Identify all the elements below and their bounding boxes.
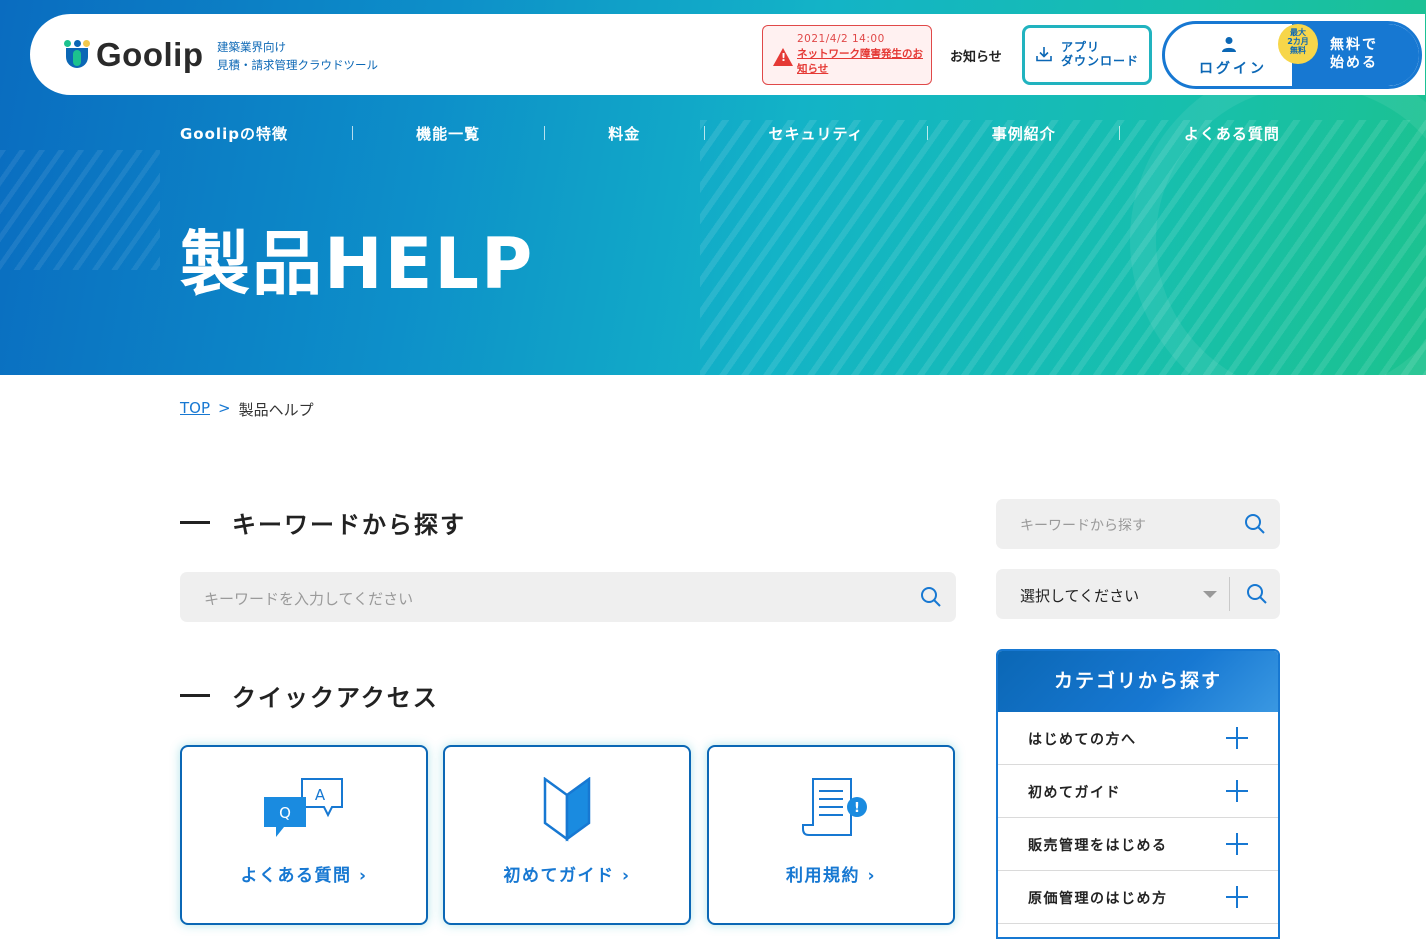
tagline-line2: 見積・請求管理クラウドツール [217,58,378,72]
category-item-label: 販売管理をはじめる [1028,838,1168,854]
site-logo[interactable]: Goolip [64,36,203,74]
hero-decoration-stripes-left [0,150,160,270]
app-download-label: アプリ ダウンロード [1061,40,1139,68]
app-download-line2: ダウンロード [1061,54,1140,68]
quick-access-heading: クイックアクセス [180,678,439,713]
category-panel-heading: カテゴリから探す [998,651,1278,712]
news-link[interactable]: お知らせ [950,46,1002,65]
hero-banner: Goolip 建築業界向け 見積・請求管理クラウドツール ! 2021/4/2 … [0,0,1426,375]
category-item-label: 初めてガイド [1028,785,1121,801]
quick-access-card-terms[interactable]: ! 利用規約 › [707,745,955,925]
terms-card-label: 利用規約 [786,866,861,886]
breadcrumb-current: 製品ヘルプ [238,401,314,419]
badge-line2: 2カ月 [1287,37,1309,46]
qa-bubbles-icon: A Q [264,778,343,837]
app-download-button[interactable]: アプリ ダウンロード [1022,25,1152,85]
nav-item-case-studies[interactable]: 事例紹介 [992,123,1056,144]
warning-icon: ! [773,48,793,66]
svg-text:A: A [315,786,326,804]
page-title: 製品HELP [180,223,535,305]
search-icon[interactable] [920,586,942,608]
category-item[interactable]: 原価管理のはじめ方 [998,871,1278,924]
alert-date: 2021/4/2 14:00 [797,33,885,45]
tagline-line1: 建築業界向け [217,40,286,54]
category-item[interactable]: 初めてガイド [998,765,1278,818]
plus-icon[interactable] [1226,780,1248,802]
keyword-search-input[interactable]: キーワードを入力してください [180,572,956,622]
site-header: Goolip 建築業界向け 見積・請求管理クラウドツール ! 2021/4/2 … [30,14,1425,95]
goolip-logo-icon [64,40,90,70]
keyword-section-heading: キーワードから探す [180,505,466,540]
nav-item-faq[interactable]: よくある質問 [1184,123,1280,144]
category-item[interactable]: 販売管理をはじめる [998,818,1278,871]
nav-item-pricing[interactable]: 料金 [608,123,640,144]
nav-divider [703,126,705,140]
chevron-down-icon [1203,591,1217,598]
category-item[interactable]: はじめての方へ [998,712,1278,765]
nav-item-security[interactable]: セキュリティ [768,123,863,144]
login-button[interactable]: ログイン [1165,24,1294,86]
app-download-line1: アプリ [1061,40,1101,54]
nav-item-functions[interactable]: 機能一覧 [416,123,480,144]
breadcrumb: TOP > 製品ヘルプ [180,399,314,420]
heading-dash [180,521,210,524]
select-divider [1229,577,1230,611]
category-select[interactable]: 選択してください [996,569,1280,619]
start-line1: 無料で [1330,37,1378,53]
site-tagline: 建築業界向け 見積・請求管理クラウドツール [217,38,378,74]
nav-divider [543,126,545,140]
outage-alert: ! 2021/4/2 14:00 ネットワーク障害発生のお知らせ [762,25,932,85]
search-icon[interactable] [1246,583,1268,605]
faq-card-label: よくある質問 [240,866,352,886]
hero-decoration-stripes [700,120,1426,375]
category-item-label: はじめての方へ [1028,732,1137,748]
breadcrumb-top-link[interactable]: TOP [180,399,210,420]
badge-line3: 無料 [1290,46,1306,55]
category-select-value: 選択してください [1020,587,1140,605]
login-label: ログイン [1199,61,1267,77]
terms-document-icon: ! [802,778,867,836]
user-icon [1222,37,1236,52]
free-start-label: 無料で 始める [1330,36,1378,72]
svg-text:Q: Q [279,804,291,822]
quick-access-heading-text: クイックアクセス [232,684,439,712]
sidebar-search-input[interactable]: キーワードから探す [996,499,1280,549]
keyword-heading-text: キーワードから探す [232,511,466,539]
quick-access-card-guide[interactable]: 初めてガイド › [443,745,691,925]
nav-divider [927,126,929,140]
global-nav: Goolipの特徴 機能一覧 料金 セキュリティ 事例紹介 よくある質問 [180,122,1280,144]
quick-access-label: 利用規約 › [786,866,876,886]
guide-card-label: 初めてガイド [503,866,615,886]
nav-divider [351,126,353,140]
alert-link[interactable]: ネットワーク障害発生のお知らせ [797,47,927,77]
beginner-mark-icon [543,777,591,842]
badge-line1: 最大 [1290,28,1306,37]
category-panel: カテゴリから探す はじめての方へ 初めてガイド 販売管理をはじめる 原価管理のは… [996,649,1280,939]
logo-text: Goolip [96,36,204,73]
category-item-label: 原価管理のはじめ方 [1028,891,1168,907]
plus-icon[interactable] [1226,833,1248,855]
plus-icon[interactable] [1226,886,1248,908]
plus-icon[interactable] [1226,727,1248,749]
quick-access-label: 初めてガイド › [503,866,631,886]
breadcrumb-separator: > [218,399,231,417]
heading-dash [180,694,210,697]
free-trial-badge: 最大 2カ月 無料 [1278,24,1318,64]
sidebar-search-placeholder: キーワードから探す [1020,518,1146,534]
nav-item-features[interactable]: Goolipの特徴 [180,123,288,144]
quick-access-card-faq[interactable]: A Q よくある質問 › [180,745,428,925]
nav-divider [1119,126,1121,140]
start-line2: 始める [1330,55,1378,71]
search-icon[interactable] [1244,513,1266,535]
keyword-search-placeholder: キーワードを入力してください [204,590,414,608]
quick-access-label: よくある質問 › [240,866,368,886]
svg-text:!: ! [854,801,860,816]
download-icon [1036,47,1052,62]
